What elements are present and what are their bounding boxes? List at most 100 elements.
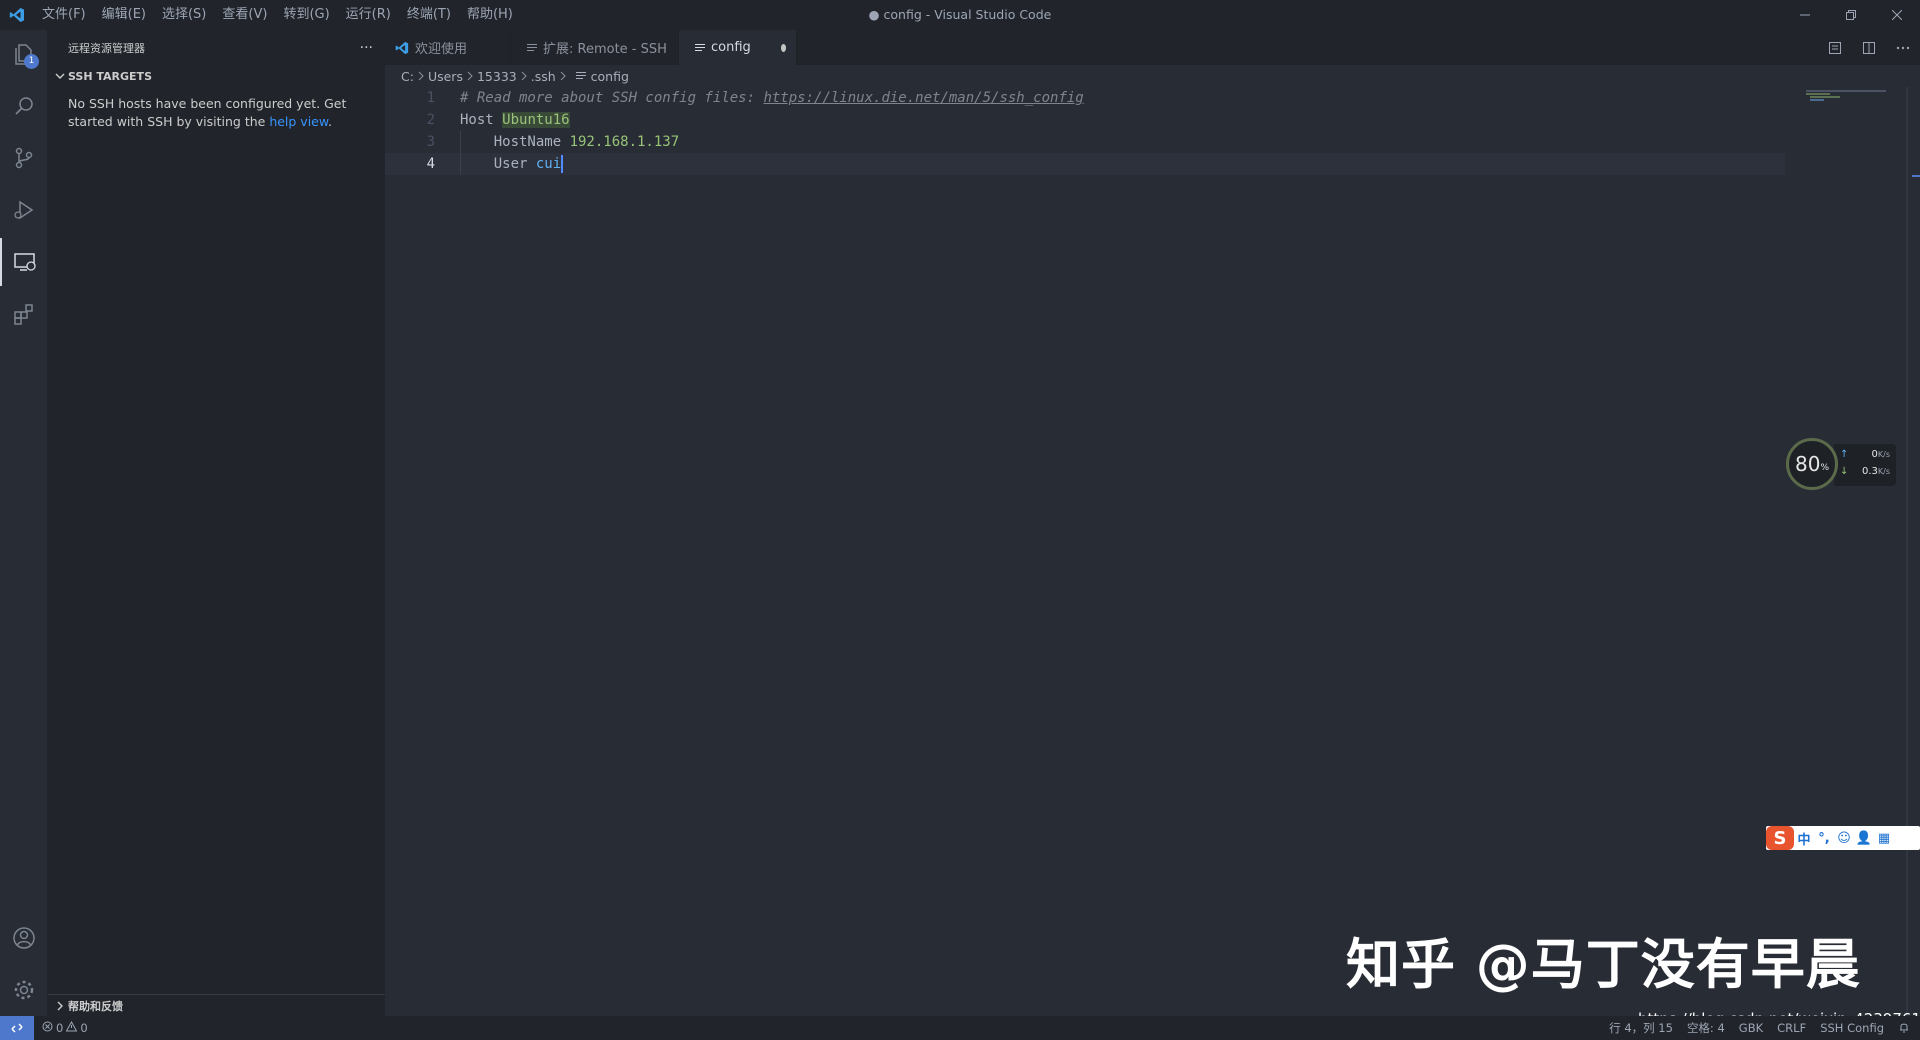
text-cursor bbox=[561, 155, 564, 173]
vscode-logo-icon bbox=[0, 0, 34, 30]
ime-emoji-icon[interactable]: ☺ bbox=[1834, 831, 1854, 846]
help-view-link[interactable]: help view bbox=[269, 114, 328, 129]
zhihu-watermark: 知乎 @马丁没有早晨 bbox=[1346, 933, 1861, 996]
help-feedback-section[interactable]: 帮助和反馈 bbox=[48, 994, 385, 1016]
accounts-button[interactable] bbox=[0, 914, 48, 962]
error-count: 0 bbox=[56, 1021, 64, 1035]
ssh-targets-section-header[interactable]: SSH TARGETS bbox=[48, 65, 385, 87]
run-debug-icon bbox=[14, 200, 34, 220]
end-of-line[interactable]: CRLF bbox=[1777, 1021, 1806, 1035]
document-lines-icon bbox=[575, 71, 586, 81]
code-value: Ubuntu16 bbox=[502, 112, 570, 128]
chevron-right-icon bbox=[52, 998, 68, 1014]
preview-icon bbox=[1829, 41, 1841, 54]
code-keyword: Host bbox=[460, 112, 503, 128]
code-line: 1 # Read more about SSH config files: ht… bbox=[385, 87, 1785, 109]
error-icon bbox=[42, 1021, 53, 1035]
menu-go[interactable]: 转到(G) bbox=[275, 0, 337, 30]
open-preview-button[interactable] bbox=[1818, 30, 1852, 65]
network-speed-widget[interactable]: ↑ 0K/s ↓ 0.3K/s 80% bbox=[1782, 434, 1902, 494]
code-keyword: HostName bbox=[493, 134, 570, 150]
chevron-right-icon bbox=[559, 71, 567, 81]
sidebar-title: 远程资源管理器 bbox=[68, 41, 145, 55]
ime-toolbox-icon[interactable]: ▦ bbox=[1874, 831, 1894, 846]
problems-indicator[interactable]: 0 0 bbox=[34, 1020, 96, 1035]
line-number: 4 bbox=[426, 156, 435, 172]
ime-punctuation[interactable]: °, bbox=[1814, 831, 1834, 846]
download-unit: K/s bbox=[1877, 467, 1890, 476]
breadcrumb-item[interactable]: Users bbox=[428, 69, 463, 84]
run-debug-button[interactable] bbox=[0, 186, 48, 234]
code-line: 3 HostName 192.168.1.137 bbox=[385, 131, 1785, 153]
more-actions-button[interactable] bbox=[1886, 30, 1920, 65]
download-speed: 0.3 bbox=[1861, 466, 1878, 477]
menu-run[interactable]: 运行(R) bbox=[338, 0, 399, 30]
warning-count: 0 bbox=[80, 1021, 88, 1035]
document-lines-icon bbox=[695, 43, 705, 53]
language-mode[interactable]: SSH Config bbox=[1820, 1021, 1884, 1035]
line-number: 2 bbox=[426, 112, 435, 128]
bell-icon[interactable] bbox=[1898, 1021, 1910, 1036]
indentation[interactable]: 空格: 4 bbox=[1687, 1020, 1725, 1036]
chevron-right-icon bbox=[520, 71, 528, 81]
ime-chinese-mode[interactable]: 中 bbox=[1794, 829, 1814, 848]
encoding[interactable]: GBK bbox=[1739, 1021, 1763, 1035]
tab-welcome[interactable]: 欢迎使用 bbox=[385, 30, 511, 65]
breadcrumb-item[interactable]: .ssh bbox=[531, 69, 556, 84]
ssh-targets-title: SSH TARGETS bbox=[68, 69, 152, 83]
breadcrumb-item[interactable]: 15333 bbox=[477, 69, 517, 84]
remote-explorer-sidebar: 远程资源管理器 ··· SSH TARGETS No SSH hosts hav… bbox=[48, 30, 385, 1016]
vscode-logo-icon bbox=[395, 41, 409, 55]
tab-extension-remote-ssh[interactable]: 扩展: Remote - SSH bbox=[511, 30, 679, 65]
ime-user-icon[interactable]: 👤 bbox=[1854, 831, 1874, 846]
restore-button[interactable] bbox=[1828, 0, 1874, 30]
breadcrumb-item[interactable]: C: bbox=[401, 69, 414, 84]
tab-config[interactable]: config bbox=[679, 30, 797, 65]
vertical-scrollbar[interactable] bbox=[1906, 87, 1920, 1016]
explorer-button[interactable]: 1 bbox=[0, 30, 48, 78]
help-feedback-title: 帮助和反馈 bbox=[68, 1000, 123, 1013]
split-editor-icon bbox=[1863, 41, 1875, 54]
chevron-right-icon bbox=[417, 71, 425, 81]
menu-terminal[interactable]: 终端(T) bbox=[399, 0, 459, 30]
minimize-icon bbox=[1800, 14, 1810, 16]
sidebar-header: 远程资源管理器 ··· bbox=[48, 30, 385, 65]
minimap[interactable] bbox=[1796, 87, 1906, 107]
line-number: 3 bbox=[426, 134, 435, 150]
split-editor-button[interactable] bbox=[1852, 30, 1886, 65]
code-comment: # Read more about SSH config files: bbox=[460, 90, 764, 106]
source-control-button[interactable] bbox=[0, 134, 48, 182]
close-button[interactable] bbox=[1874, 0, 1920, 30]
remote-explorer-icon bbox=[14, 253, 36, 271]
remote-indicator-button[interactable] bbox=[0, 1016, 34, 1040]
sogou-logo-icon[interactable]: S bbox=[1766, 826, 1794, 850]
help-feedback-header: 帮助和反馈 bbox=[48, 995, 385, 1017]
search-button[interactable] bbox=[0, 82, 48, 130]
extensions-button[interactable] bbox=[0, 290, 48, 338]
upload-arrow-icon: ↑ bbox=[1840, 449, 1849, 460]
menu-file[interactable]: 文件(F) bbox=[34, 0, 94, 30]
status-bar: 0 0 行 4，列 15 空格: 4 GBK CRLF SSH Config bbox=[0, 1016, 1920, 1040]
menu-edit[interactable]: 编辑(E) bbox=[94, 0, 154, 30]
breadcrumb-file[interactable]: config bbox=[570, 69, 629, 84]
manage-button[interactable] bbox=[0, 966, 48, 1014]
menu-selection[interactable]: 选择(S) bbox=[154, 0, 214, 30]
minimize-button[interactable] bbox=[1782, 0, 1828, 30]
menu-view[interactable]: 查看(V) bbox=[214, 0, 275, 30]
code-editor[interactable]: 1 # Read more about SSH config files: ht… bbox=[385, 87, 1785, 175]
sidebar-more-button[interactable]: ··· bbox=[360, 40, 373, 56]
remote-explorer-button[interactable] bbox=[0, 238, 48, 286]
cursor-position[interactable]: 行 4，列 15 bbox=[1609, 1020, 1673, 1036]
download-arrow-icon: ↓ bbox=[1840, 466, 1849, 477]
remote-icon bbox=[11, 1023, 23, 1033]
unsaved-dot-icon[interactable] bbox=[780, 43, 786, 52]
code-value: 192.168.1.137 bbox=[569, 134, 680, 150]
tab-label: config bbox=[711, 40, 751, 55]
upload-unit: K/s bbox=[1877, 450, 1890, 459]
menu-help[interactable]: 帮助(H) bbox=[459, 0, 521, 30]
editor-area: 欢迎使用 扩展: Remote - SSH config C: Users 15… bbox=[385, 30, 1920, 1016]
code-link[interactable]: https://linux.die.net/man/5/ssh_config bbox=[763, 90, 1083, 106]
title-bar: 文件(F) 编辑(E) 选择(S) 查看(V) 转到(G) 运行(R) 终端(T… bbox=[0, 0, 1920, 30]
menu-bar: 文件(F) 编辑(E) 选择(S) 查看(V) 转到(G) 运行(R) 终端(T… bbox=[34, 0, 521, 30]
activity-bar: 1 bbox=[0, 30, 48, 1016]
